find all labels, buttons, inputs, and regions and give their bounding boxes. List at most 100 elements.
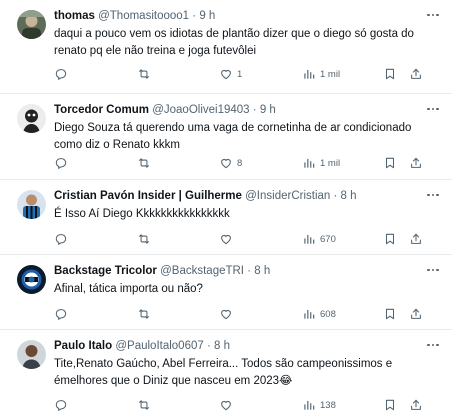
reply-button[interactable] xyxy=(54,231,72,247)
more-icon[interactable] xyxy=(424,188,442,202)
views-button[interactable]: 1 mil xyxy=(302,155,340,171)
action-bar: 8 1 mil xyxy=(54,155,440,171)
author-name[interactable]: Cristian Pavón Insider | Guilherme xyxy=(54,190,242,202)
more-icon[interactable] xyxy=(424,338,442,352)
views-button[interactable]: 608 xyxy=(302,306,336,322)
avatar[interactable] xyxy=(17,340,46,369)
bookmark-button[interactable] xyxy=(383,306,397,322)
like-button[interactable] xyxy=(219,231,237,247)
share-button[interactable] xyxy=(409,306,423,322)
share-button[interactable] xyxy=(409,66,423,82)
share-button[interactable] xyxy=(409,231,423,247)
retweet-icon xyxy=(139,158,149,168)
bookmark-icon xyxy=(385,68,395,80)
tweet-text: É Isso Aí Diego Kkkkkkkkkkkkkkkk xyxy=(54,208,230,220)
retweet-icon xyxy=(139,234,149,244)
retweet-button[interactable] xyxy=(137,155,155,171)
avatar[interactable] xyxy=(17,104,46,133)
share-icon xyxy=(411,157,421,168)
bookmark-button[interactable] xyxy=(383,155,397,171)
tweet[interactable]: Paulo Italo @PauloItalo0607 · 8 h Tite,R… xyxy=(0,330,452,419)
tweet[interactable]: Backstage Tricolor @BackstageTRI · 8 h A… xyxy=(0,255,452,330)
retweet-icon xyxy=(139,400,149,410)
retweet-button[interactable] xyxy=(137,397,155,413)
timestamp[interactable]: 8 h xyxy=(254,265,270,277)
action-bar: 670 xyxy=(54,231,440,247)
separator: · xyxy=(247,265,252,277)
retweet-icon xyxy=(139,309,149,319)
like-count: 1 xyxy=(237,68,243,80)
timestamp[interactable]: 8 h xyxy=(341,190,357,202)
like-button[interactable] xyxy=(219,306,237,322)
reply-button[interactable] xyxy=(54,66,72,82)
author-name[interactable]: thomas xyxy=(54,10,95,22)
more-icon[interactable] xyxy=(424,8,442,22)
author-name[interactable]: Torcedor Comum xyxy=(54,104,149,116)
reply-icon xyxy=(55,69,67,81)
share-button[interactable] xyxy=(409,397,423,413)
like-button[interactable]: 1 xyxy=(219,66,242,82)
action-bar: 608 xyxy=(54,306,440,322)
timestamp[interactable]: 8 h xyxy=(214,340,230,352)
views-button[interactable]: 1 mil xyxy=(302,66,340,82)
separator: · xyxy=(333,190,338,202)
retweet-button[interactable] xyxy=(137,231,155,247)
reply-button[interactable] xyxy=(54,155,72,171)
views-button[interactable]: 138 xyxy=(302,397,336,413)
author-handle[interactable]: @InsiderCristian xyxy=(245,190,330,202)
like-icon xyxy=(221,158,231,169)
more-icon[interactable] xyxy=(424,263,442,277)
tweet-header: Backstage Tricolor @BackstageTRI · 8 h xyxy=(54,264,422,279)
share-icon xyxy=(411,233,421,244)
views-button[interactable]: 670 xyxy=(302,231,336,247)
bookmark-icon xyxy=(385,157,395,169)
avatar[interactable] xyxy=(17,190,46,219)
action-bar: 138 xyxy=(54,397,440,413)
separator: · xyxy=(252,104,257,116)
like-icon xyxy=(221,69,231,80)
bookmark-button[interactable] xyxy=(383,397,397,413)
bookmark-icon xyxy=(385,308,395,320)
timestamp[interactable]: 9 h xyxy=(260,104,276,116)
retweet-button[interactable] xyxy=(137,66,155,82)
like-icon xyxy=(221,309,231,320)
author-name[interactable]: Paulo Italo xyxy=(54,340,112,352)
like-icon xyxy=(221,234,231,245)
reply-button[interactable] xyxy=(54,306,72,322)
author-handle[interactable]: @PauloItalo0607 xyxy=(115,340,203,352)
tweet-header: thomas @Thomasitoooo1 · 9 h xyxy=(54,9,422,24)
like-button[interactable]: 8 xyxy=(219,155,242,171)
retweet-button[interactable] xyxy=(137,306,155,322)
share-button[interactable] xyxy=(409,155,423,171)
views-icon xyxy=(304,309,315,319)
timestamp[interactable]: 9 h xyxy=(199,10,215,22)
author-handle[interactable]: @Thomasitoooo1 xyxy=(98,10,189,22)
timeline: thomas @Thomasitoooo1 · 9 h daqui a pouc… xyxy=(0,0,452,419)
bookmark-icon xyxy=(385,399,395,411)
views-icon xyxy=(304,400,315,410)
like-button[interactable] xyxy=(219,397,237,413)
avatar[interactable] xyxy=(17,10,46,39)
like-count: 8 xyxy=(237,157,243,169)
author-handle[interactable]: @BackstageTRI xyxy=(160,265,244,277)
tweet-text: Afinal, tática importa ou não? xyxy=(54,283,203,295)
views-icon xyxy=(304,234,315,244)
bookmark-button[interactable] xyxy=(383,231,397,247)
share-icon xyxy=(411,399,421,410)
views-icon xyxy=(304,158,315,168)
bookmark-button[interactable] xyxy=(383,66,397,82)
author-name[interactable]: Backstage Tricolor xyxy=(54,265,157,277)
retweet-icon xyxy=(139,69,149,79)
tweet[interactable]: Cristian Pavón Insider | Guilherme @Insi… xyxy=(0,180,452,255)
tweet[interactable]: thomas @Thomasitoooo1 · 9 h daqui a pouc… xyxy=(0,0,452,94)
reply-button[interactable] xyxy=(54,397,72,413)
tweet-header: Cristian Pavón Insider | Guilherme @Insi… xyxy=(54,189,422,204)
reply-icon xyxy=(55,158,67,170)
reply-icon xyxy=(55,234,67,246)
author-handle[interactable]: @JoaoOlivei19403 xyxy=(152,104,249,116)
more-icon[interactable] xyxy=(424,102,442,116)
avatar[interactable] xyxy=(17,265,46,294)
tweet[interactable]: Torcedor Comum @JoaoOlivei19403 · 9 h Di… xyxy=(0,94,452,180)
tweet-header: Paulo Italo @PauloItalo0607 · 8 h xyxy=(54,339,422,354)
bookmark-icon xyxy=(385,233,395,245)
